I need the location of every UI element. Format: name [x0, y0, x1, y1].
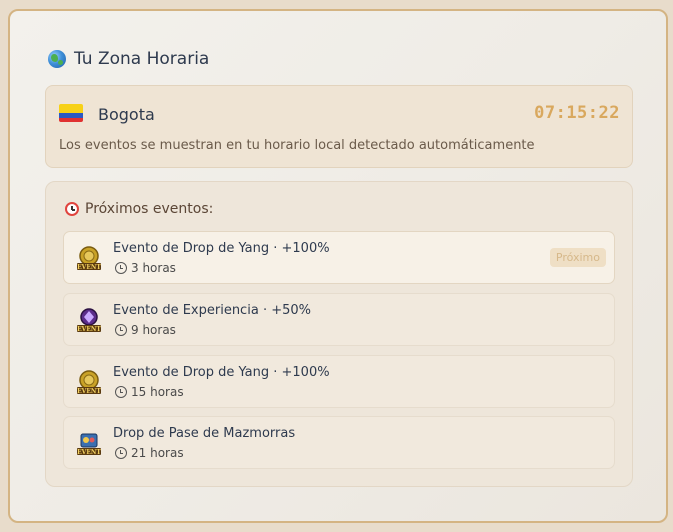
colombia-flag-icon	[59, 104, 83, 122]
event-time-text: 15 horas	[131, 385, 184, 399]
events-heading-text: Próximos eventos:	[85, 201, 214, 217]
event-bonus: · +100%	[273, 365, 330, 380]
title-text: Tu Zona Horaria	[74, 49, 210, 69]
event-time-text: 3 horas	[131, 261, 176, 275]
event-item[interactable]: EVENT Drop de Pase de Mazmorras 21 horas	[63, 416, 615, 469]
svg-text:EVENT: EVENT	[77, 449, 101, 456]
timezone-panel: Bogota 07:15:22 Los eventos se muestran …	[45, 85, 633, 168]
event-title: Evento de Drop de Yang	[113, 241, 270, 256]
svg-text:EVENT: EVENT	[77, 326, 101, 333]
event-time-text: 9 horas	[131, 323, 176, 337]
event-time: 9 horas	[115, 323, 176, 337]
event-time: 3 horas	[115, 261, 176, 275]
events-heading: Próximos eventos:	[65, 201, 213, 217]
event-time: 15 horas	[115, 385, 184, 399]
event-item[interactable]: EVENT Evento de Drop de Yang · +100% 3 h…	[63, 231, 615, 284]
event-title: Evento de Drop de Yang	[113, 365, 270, 380]
timezone-note: Los eventos se muestran en tu horario lo…	[59, 138, 535, 153]
event-name: Evento de Experiencia · +50%	[113, 303, 311, 318]
clock-icon	[115, 324, 127, 336]
event-name: Evento de Drop de Yang · +100%	[113, 241, 330, 256]
dungeon-pass-event-icon: EVENT	[75, 429, 103, 457]
section-title: Tu Zona Horaria	[48, 49, 209, 69]
event-title: Evento de Experiencia	[113, 303, 259, 318]
svg-text:EVENT: EVENT	[77, 264, 101, 271]
clock-icon	[115, 447, 127, 459]
globe-icon	[48, 50, 66, 68]
event-item[interactable]: EVENT Evento de Experiencia · +50% 9 hor…	[63, 293, 615, 346]
clock-icon	[115, 262, 127, 274]
alarm-clock-icon	[65, 202, 79, 216]
experience-event-icon: EVENT	[75, 306, 103, 334]
event-bonus: · +50%	[262, 303, 311, 318]
city-name: Bogota	[98, 105, 155, 124]
event-title: Drop de Pase de Mazmorras	[113, 426, 296, 441]
event-time-text: 21 horas	[131, 446, 184, 460]
event-item[interactable]: EVENT Evento de Drop de Yang · +100% 15 …	[63, 355, 615, 408]
upcoming-events-panel: Próximos eventos: EVENT Evento de Drop d…	[45, 181, 633, 487]
clock-icon	[115, 386, 127, 398]
event-bonus: · +100%	[273, 241, 330, 256]
event-name: Evento de Drop de Yang · +100%	[113, 365, 330, 380]
yang-event-icon: EVENT	[75, 244, 103, 272]
svg-text:EVENT: EVENT	[77, 388, 101, 395]
next-badge: Próximo	[549, 248, 606, 267]
event-time: 21 horas	[115, 446, 184, 460]
local-time: 07:15:22	[534, 103, 620, 123]
timezone-card: Tu Zona Horaria Bogota 07:15:22 Los even…	[8, 9, 668, 523]
event-name: Drop de Pase de Mazmorras	[113, 426, 295, 441]
yang-event-icon: EVENT	[75, 368, 103, 396]
